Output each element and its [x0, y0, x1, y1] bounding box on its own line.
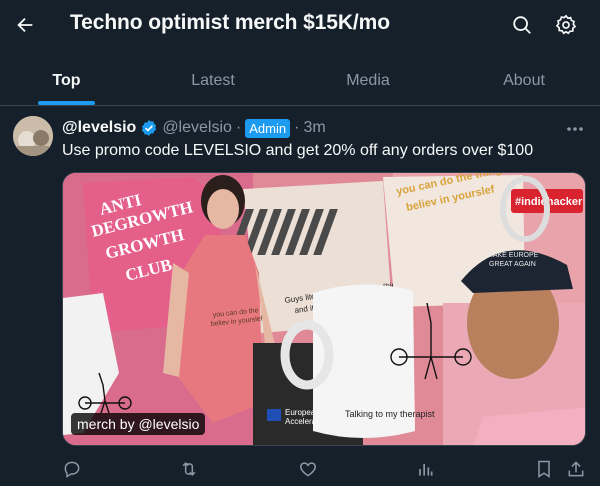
active-tab-indicator [38, 101, 95, 105]
share-button[interactable] [563, 456, 589, 482]
cap-text: GREAT AGAIN [489, 261, 536, 268]
bookmark-icon [538, 460, 550, 478]
bookmark-button[interactable] [531, 456, 557, 482]
tab-top[interactable]: Top [28, 56, 105, 105]
merch-collage: ANTI DEGROWTH GROWTH CLUB Guys literally… [63, 173, 585, 445]
repost-button[interactable] [176, 456, 202, 482]
mug-text: Talking to my therapist [345, 409, 435, 419]
tab-about[interactable]: About [486, 56, 562, 105]
settings-button[interactable] [551, 10, 581, 40]
gear-icon [555, 14, 577, 35]
more-dots-icon [567, 127, 583, 131]
more-options-button[interactable] [562, 116, 588, 142]
tab-bar: Top Latest Media About [0, 56, 600, 106]
repost-icon [182, 462, 196, 476]
search-icon [513, 16, 531, 34]
separator-dot: · [235, 119, 242, 136]
post-media-image[interactable]: ANTI DEGROWTH GROWTH CLUB Guys literally… [62, 172, 586, 446]
admin-badge: Admin [245, 118, 291, 138]
author-handle[interactable]: @levelsio [162, 119, 232, 137]
like-button[interactable] [295, 456, 321, 482]
page-title: Techno optimist merch $15K/mo [70, 11, 390, 34]
share-icon [568, 461, 584, 477]
verified-badge-icon [142, 120, 157, 136]
arrow-left-icon [17, 17, 33, 33]
reply-button[interactable] [59, 456, 85, 482]
cap-text: MAKE EUROPE [487, 252, 539, 259]
tab-media[interactable]: Media [328, 56, 408, 105]
views-button[interactable] [412, 456, 438, 482]
post-header: @levelsio @levelsio · Admin · 3m [62, 117, 326, 139]
reply-icon [64, 461, 80, 478]
views-icon [419, 464, 433, 476]
top-bar: Techno optimist merch $15K/mo [0, 0, 600, 52]
like-icon [299, 462, 317, 477]
post-action-bar [0, 456, 600, 482]
avatar[interactable] [13, 116, 53, 156]
post-timestamp[interactable]: 3m [303, 119, 325, 137]
separator-dot: · [294, 119, 300, 136]
search-button[interactable] [507, 10, 537, 40]
post-text: Use promo code LEVELSIO and get 20% off … [62, 142, 534, 159]
author-name[interactable]: @levelsio [62, 119, 136, 137]
tab-latest[interactable]: Latest [170, 56, 256, 105]
back-button[interactable] [10, 10, 40, 40]
media-caption: merch by @levelsio [71, 413, 206, 435]
